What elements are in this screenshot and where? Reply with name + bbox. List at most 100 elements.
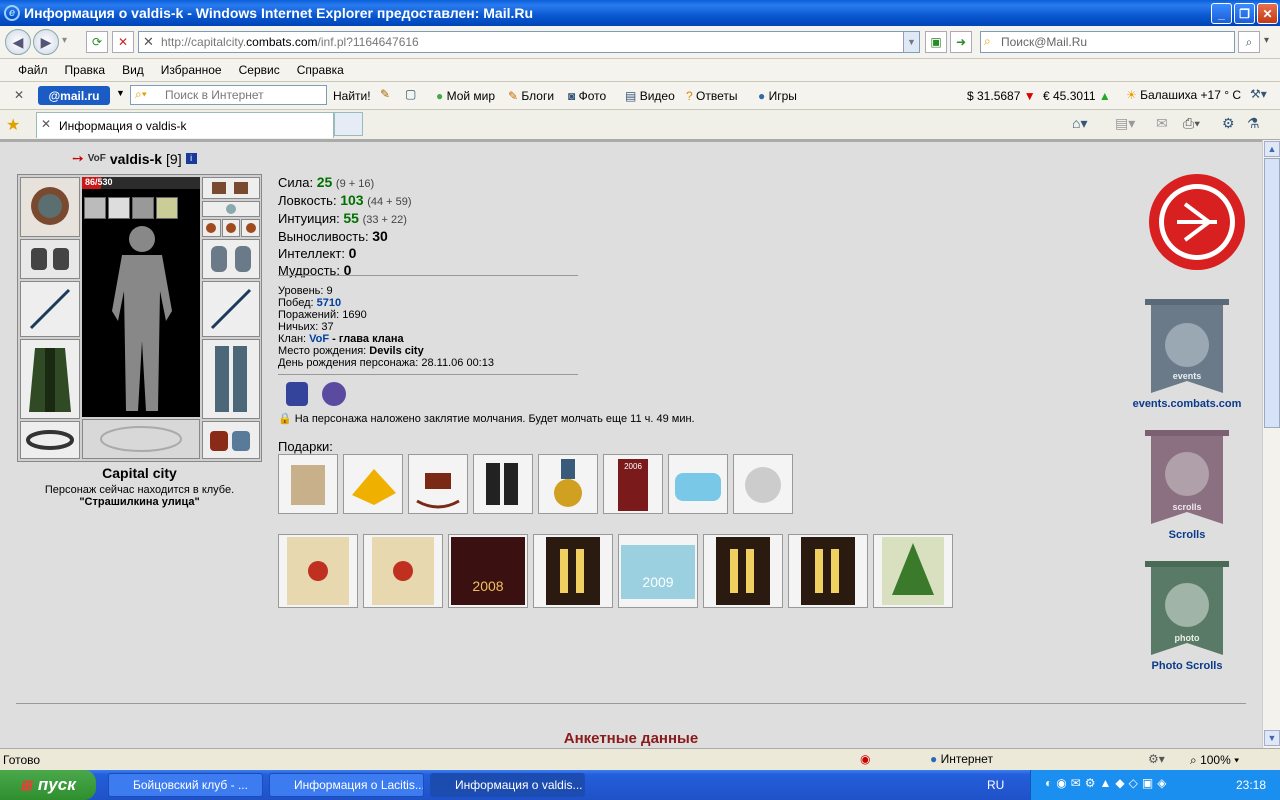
events-banner[interactable]: events events.combats.com [1124,297,1250,410]
bracers-slot[interactable] [20,239,80,279]
history-dropdown-icon[interactable]: ▾ [62,35,67,46]
link-my-world[interactable]: ● Мой мир [436,89,495,103]
scroll-up-icon[interactable]: ▲ [1264,141,1280,157]
boots-slot[interactable] [202,421,260,459]
window-titlebar[interactable]: e Информация о valdis-k - Windows Intern… [0,0,1280,26]
gift-calendar-2006[interactable]: 2006 [603,454,663,514]
minimize-button[interactable]: _ [1211,3,1232,24]
card-gift[interactable] [278,534,358,608]
events-link[interactable]: events.combats.com [1124,398,1250,410]
mailru-logo[interactable]: @mail.ru [38,86,110,105]
helmet-slot[interactable] [20,177,80,237]
link-photo[interactable]: ◙ Фото [568,89,606,103]
gift-rocking-horse[interactable] [408,454,468,514]
effect-icon-3[interactable] [132,197,154,219]
compat-view-icon[interactable]: ▣ [925,31,947,53]
card-champagne[interactable] [788,534,868,608]
eur-rate[interactable]: € 45.3011 ▲ [1043,89,1111,103]
gift-cheese[interactable] [343,454,403,514]
gift-boots[interactable] [473,454,533,514]
taskbar-item[interactable]: Информация о Lacitis... [269,773,424,797]
menu-file[interactable]: Файл [18,63,48,77]
vertical-scrollbar[interactable]: ▲ ▼ [1262,140,1280,748]
taskbar-item[interactable]: Бойцовский клуб - ... [108,773,263,797]
card-2009[interactable]: 2009 [618,534,698,608]
close-toolbar-icon[interactable]: ✕ [14,88,24,102]
archer-emblem[interactable] [1147,172,1247,272]
clan-emblem[interactable]: VoF [88,153,106,164]
weapon-right-slot[interactable] [202,281,260,337]
gift-medal[interactable] [538,454,598,514]
pocket-slot[interactable] [82,419,200,459]
link-games[interactable]: ● Игры [758,89,797,103]
gift-mail-bag[interactable] [278,454,338,514]
link-blogs[interactable]: ✎ Блоги [508,89,554,103]
search-options-icon[interactable]: ▾ [1264,35,1269,46]
scroll-down-icon[interactable]: ▼ [1264,730,1280,746]
address-dropdown-icon[interactable]: ▼ [903,32,919,52]
effect-icon-4[interactable] [156,197,178,219]
earrings-slot[interactable] [202,177,260,199]
leggings-slot[interactable] [202,339,260,419]
tab-current[interactable]: ✕ Информация о valdis-k [36,112,334,138]
badge-icon-1[interactable] [286,382,308,406]
belt-slot[interactable] [20,421,80,459]
clock[interactable]: 23:18 [1236,778,1266,792]
research-icon[interactable]: ⚗ [1247,115,1260,132]
scroll-thumb[interactable] [1264,158,1280,428]
mail-icon[interactable]: ✉ [1156,115,1168,132]
usd-rate[interactable]: $ 31.5687 ▼ [967,89,1036,103]
home-icon[interactable]: ⌂▾ [1072,115,1087,132]
gloves-slot[interactable] [202,239,260,279]
tray-icons[interactable]: ◐◉✉⚙▲◆◇▣◈ [1045,776,1170,790]
favorites-star-icon[interactable]: ★ [6,115,20,135]
address-input[interactable]: ✕ http://capitalcity. combats.com/inf.pl?… [138,31,920,53]
zoom-level[interactable]: ⌕ 100% ▾ [1190,753,1239,768]
link-answers[interactable]: ? Ответы [686,89,738,103]
browser-search-input[interactable]: ⌕ Поиск@Mail.Ru [980,31,1235,53]
print-icon[interactable]: ⎙▾ [1183,115,1200,132]
weapon-left-slot[interactable] [20,281,80,337]
menu-favorites[interactable]: Избранное [161,63,222,77]
find-button[interactable]: Найти! [333,89,371,103]
feeds-icon[interactable]: ▤▾ [1115,115,1135,132]
forward-button[interactable]: ▶ [33,29,59,55]
card-champagne[interactable] [703,534,783,608]
maximize-button[interactable]: ❐ [1234,3,1255,24]
ring-slot-2[interactable] [221,219,241,237]
close-button[interactable]: ✕ [1257,3,1278,24]
gift-ice-box[interactable] [668,454,728,514]
gift-cow[interactable] [733,454,793,514]
effect-icon-2[interactable] [108,197,130,219]
new-tab-button[interactable] [334,112,363,136]
clan-link[interactable]: VoF [309,333,329,345]
stop-button[interactable]: ✕ [112,31,134,53]
start-button[interactable]: ⊞ пуск [0,770,96,800]
popup-icon[interactable]: ▢ [405,87,416,101]
tools-icon[interactable]: ⚒▾ [1250,87,1267,101]
card-tree[interactable] [873,534,953,608]
ring-slot-3[interactable] [241,219,261,237]
search-go-button[interactable]: ⌕ [1238,31,1260,53]
link-video[interactable]: ▤ Видео [625,89,675,103]
info-icon[interactable]: i [185,153,197,164]
scrolls-banner[interactable]: scrolls Scrolls [1124,428,1250,541]
go-button[interactable]: ➜ [950,31,972,53]
card-2008[interactable]: 2008 [448,534,528,608]
menu-help[interactable]: Справка [297,63,344,77]
card-gift[interactable] [363,534,443,608]
effect-icon-1[interactable] [84,197,106,219]
toolbar-search-input[interactable]: ⌕▾ Поиск в Интернет [130,85,327,105]
privacy-icon[interactable]: ◉ [860,752,870,766]
badge-icon-2[interactable] [322,382,346,406]
ring-slot-1[interactable] [202,219,221,237]
security-zone[interactable]: ● Интернет [930,752,993,766]
settings-gear-icon[interactable]: ⚙ [1222,115,1235,132]
logo-dropdown-icon[interactable]: ▼ [116,88,125,98]
refresh-button[interactable]: ⟳ [86,31,108,53]
weather[interactable]: ☀ Балашиха +17 ° С [1126,88,1241,102]
photo-scrolls-link[interactable]: Photo Scrolls [1124,660,1250,672]
highlight-icon[interactable]: ✎ [380,87,390,101]
photo-scrolls-banner[interactable]: photo Photo Scrolls [1124,559,1250,672]
menu-tools[interactable]: Сервис [239,63,280,77]
